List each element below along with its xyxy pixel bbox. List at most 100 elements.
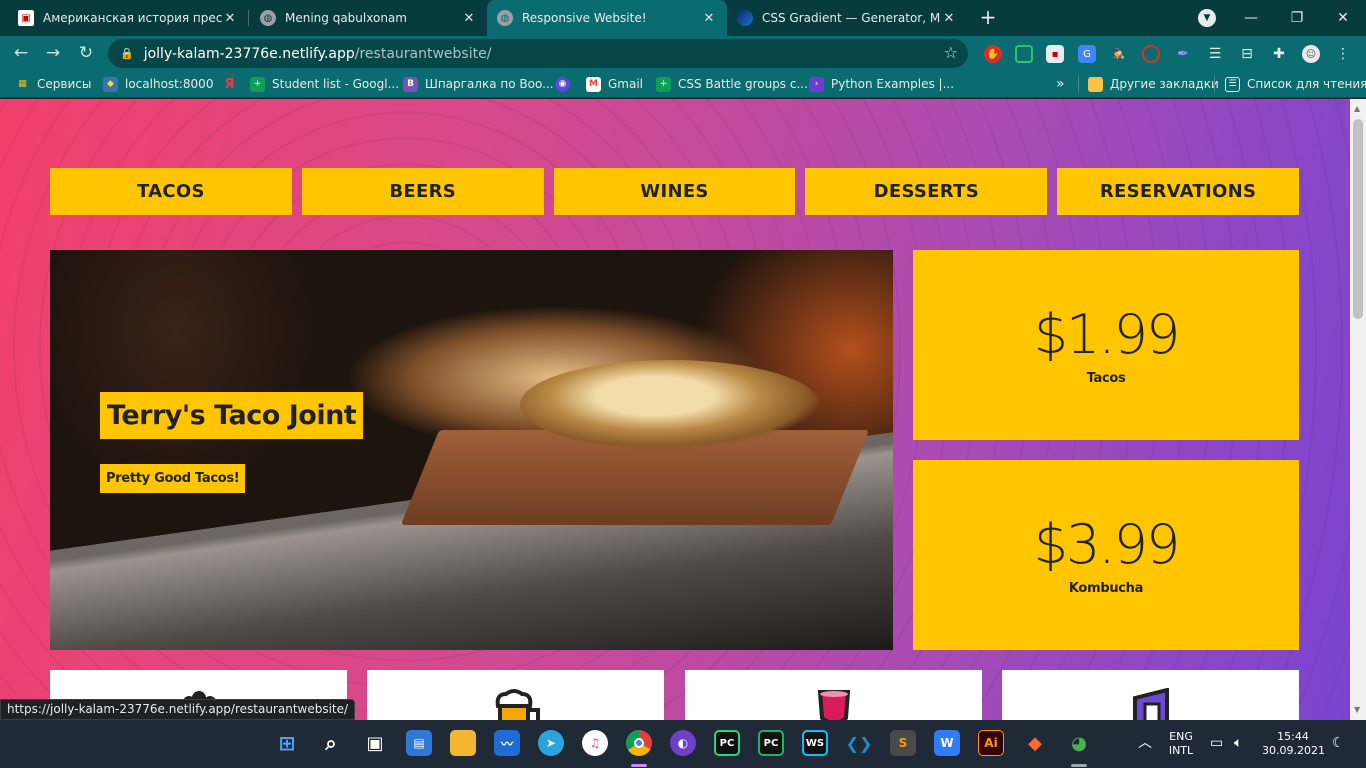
- tray-overflow-icon[interactable]: ︿: [1138, 736, 1152, 750]
- bookmark-gmail[interactable]: M Gmail: [586, 75, 643, 93]
- tab-css-gradient[interactable]: CSS Gradient — Generator, Make ✕: [727, 0, 967, 36]
- close-window-button[interactable]: ✕: [1320, 0, 1366, 36]
- tab-title: Responsive Website!: [522, 11, 647, 25]
- nav-tacos[interactable]: TACOS: [50, 168, 292, 215]
- close-tab-icon[interactable]: ✕: [222, 11, 238, 26]
- price-amount: $1.99: [1033, 302, 1181, 366]
- vscode-icon[interactable]: ❮❯: [846, 730, 873, 756]
- scrollbar-thumb[interactable]: [1353, 119, 1363, 319]
- language-code: ENG: [1169, 730, 1193, 743]
- chevron-down-icon[interactable]: ▼: [1198, 9, 1216, 27]
- bookmark-other-folder[interactable]: Другие закладки: [1088, 75, 1219, 93]
- bookmark-python-examples[interactable]: › Python Examples |...: [809, 75, 954, 93]
- github-icon[interactable]: ◐: [670, 730, 696, 756]
- puzzle-extensions-icon[interactable]: ✚: [1270, 45, 1288, 63]
- adblock-extension-icon[interactable]: ✋: [984, 45, 1002, 63]
- beer-mug-icon: [495, 689, 540, 720]
- scroll-down-icon[interactable]: ▼: [1354, 705, 1360, 714]
- task-view-icon[interactable]: ▣: [362, 730, 388, 756]
- wine-glass-icon: [817, 690, 850, 720]
- other-app-icon[interactable]: ◕: [1066, 730, 1092, 756]
- bookmark-localhost[interactable]: ◆ localhost:8000: [103, 75, 213, 93]
- browser-toolbar: ← → ↻ 🔒 jolly-kalam-23776e.netlify.app/r…: [0, 36, 1366, 70]
- list-extension-icon[interactable]: ☰: [1206, 45, 1224, 63]
- close-tab-icon[interactable]: ✕: [701, 11, 717, 26]
- start-icon[interactable]: ⊞: [274, 730, 300, 756]
- page-scrollbar[interactable]: ▲ ▼: [1350, 99, 1366, 720]
- status-bar-url: https://jolly-kalam-23776e.netlify.app/r…: [0, 699, 356, 720]
- globe-icon: ◍: [497, 10, 513, 26]
- focus-assist-icon[interactable]: ☾: [1332, 736, 1345, 750]
- sublime-icon[interactable]: S: [890, 730, 916, 756]
- sheets-icon: +: [250, 76, 265, 92]
- minimize-button[interactable]: —: [1228, 0, 1274, 36]
- feather-extension-icon[interactable]: ✒: [1174, 45, 1192, 63]
- clock[interactable]: 15:44 30.09.2021: [1262, 730, 1325, 758]
- site-favicon-icon: ▣: [18, 10, 34, 26]
- avatar[interactable]: ☺: [1302, 45, 1320, 63]
- network-icon[interactable]: ▭: [1210, 736, 1223, 750]
- new-tab-button[interactable]: +: [976, 6, 1000, 30]
- webstorm-icon[interactable]: WS: [802, 730, 828, 756]
- volume-icon[interactable]: 🔈︎: [1234, 736, 1242, 750]
- chrome-icon[interactable]: [626, 730, 652, 756]
- origin-icon[interactable]: ◆: [1022, 730, 1048, 756]
- menu-dots-icon[interactable]: ⋮: [1334, 45, 1352, 63]
- pycharm-ce-icon[interactable]: PC: [714, 730, 740, 756]
- pycharm-icon[interactable]: PC: [758, 730, 784, 756]
- nav-wines[interactable]: WINES: [553, 168, 796, 215]
- site-nav: TACOS BEERS WINES DESSERTS RESERVATIONS: [50, 168, 1299, 215]
- feature-card-wines: [685, 670, 982, 720]
- reading-list[interactable]: ☰ Список для чтения: [1225, 75, 1366, 93]
- translate-extension-icon[interactable]: G: [1078, 45, 1096, 63]
- bookmark-unnamed[interactable]: ◉: [555, 75, 577, 93]
- tab-american-history[interactable]: ▣ Американская история преступ ✕: [8, 0, 248, 36]
- bookmark-student-list[interactable]: + Student list - Googl...: [250, 75, 399, 93]
- python-examples-icon: ›: [809, 76, 824, 92]
- bootstrap-icon: B: [403, 76, 418, 92]
- feature-card-reservations: [1002, 670, 1299, 720]
- illustrator-icon[interactable]: Ai: [978, 730, 1004, 756]
- reload-icon[interactable]: ↻: [73, 40, 99, 66]
- close-tab-icon[interactable]: ✕: [941, 11, 957, 26]
- bookmark-bootstrap[interactable]: B Шпаргалка по Boo...: [403, 75, 554, 93]
- input-language[interactable]: ENG INTL: [1162, 730, 1200, 758]
- reading-list-icon: ☰: [1225, 76, 1240, 92]
- telegram-icon[interactable]: ➤: [538, 730, 564, 756]
- tab-strip: ▣ Американская история преступ ✕ ◍ Menin…: [0, 0, 1366, 36]
- wps-icon[interactable]: W: [934, 730, 960, 756]
- restore-button[interactable]: ❐: [1274, 0, 1320, 36]
- close-tab-icon[interactable]: ✕: [461, 11, 477, 26]
- scroll-up-icon[interactable]: ▲: [1354, 104, 1360, 113]
- nav-desserts[interactable]: DESSERTS: [805, 168, 1048, 215]
- tab-responsive-website[interactable]: ◍ Responsive Website! ✕: [487, 0, 727, 36]
- tab-mening-qabulxonam[interactable]: ◍ Mening qabulxonam ✕: [250, 0, 487, 36]
- door-icon: [1132, 688, 1169, 720]
- hero-title: Terry's Taco Joint: [100, 392, 364, 439]
- bookmark-star-icon[interactable]: ☆: [944, 43, 958, 62]
- spy-extension-icon[interactable]: 🕵: [1110, 45, 1128, 63]
- search-icon[interactable]: ⌕: [318, 730, 344, 756]
- nav-beers[interactable]: BEERS: [301, 168, 544, 215]
- url-host: jolly-kalam-23776e.netlify.app: [143, 45, 355, 62]
- back-arrow-icon[interactable]: ←: [8, 40, 34, 66]
- record-extension-icon[interactable]: [1142, 45, 1160, 63]
- forward-arrow-icon[interactable]: →: [40, 40, 66, 66]
- bookmarks-overflow-icon[interactable]: »: [1056, 75, 1065, 93]
- address-bar[interactable]: 🔒 jolly-kalam-23776e.netlify.app/restaur…: [108, 39, 968, 68]
- lock-icon[interactable]: 🔒: [120, 47, 134, 60]
- tab-title: Mening qabulxonam: [285, 11, 407, 25]
- media-extension-icon[interactable]: ⊟: [1238, 45, 1256, 63]
- bookmark-css-battle[interactable]: + CSS Battle groups c...: [656, 75, 808, 93]
- sheets-icon: +: [656, 76, 671, 92]
- bookmark-services[interactable]: ▦ Сервисы: [15, 75, 91, 93]
- screen-capture-extension-icon[interactable]: [1015, 45, 1033, 63]
- bookmark-yandex[interactable]: Я: [222, 75, 244, 93]
- feature-card-beers: [367, 670, 664, 720]
- window-extension-icon[interactable]: ▪: [1046, 45, 1064, 63]
- whiteboard-icon[interactable]: 〰: [494, 730, 520, 756]
- file-explorer-icon[interactable]: ▬: [450, 730, 476, 756]
- itunes-icon[interactable]: ♫: [582, 730, 608, 756]
- widgets-icon[interactable]: ▤: [406, 730, 432, 756]
- nav-reservations[interactable]: RESERVATIONS: [1057, 168, 1299, 215]
